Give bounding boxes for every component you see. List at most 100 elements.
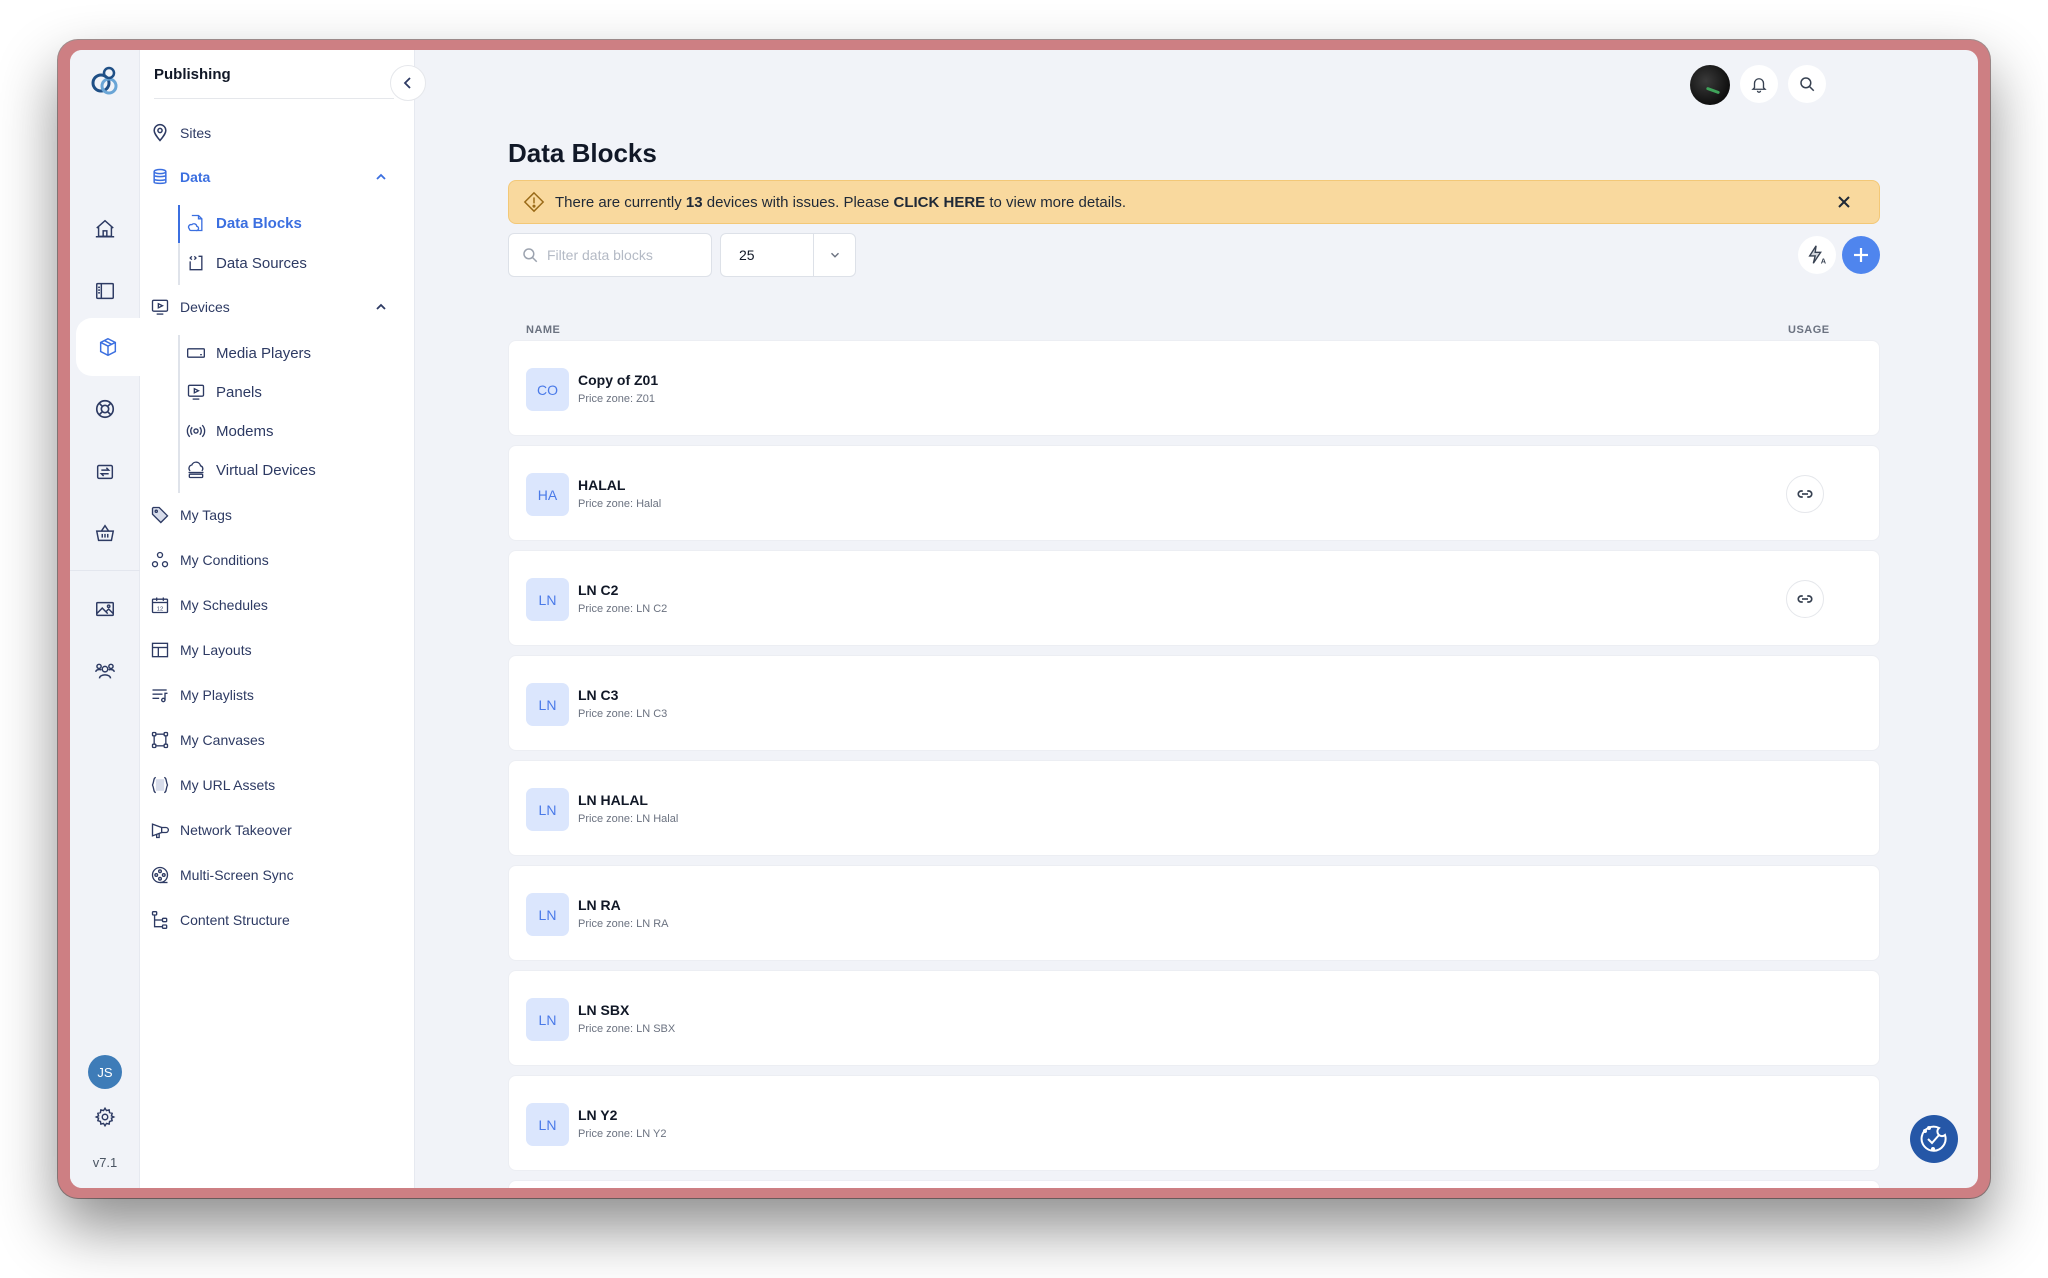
nav-sites[interactable]: Sites bbox=[150, 118, 211, 148]
film-reel-icon bbox=[151, 866, 169, 884]
home-icon bbox=[95, 219, 115, 238]
nav-label: Data Blocks bbox=[216, 214, 302, 232]
tree-line-active bbox=[178, 205, 180, 243]
chevron-down-icon bbox=[830, 252, 839, 258]
data-block-price-zone: Price zone: LN SBX bbox=[578, 1023, 676, 1035]
filter-data-blocks-input[interactable] bbox=[547, 247, 707, 263]
page-size-value: 25 bbox=[739, 247, 755, 263]
media-player-icon bbox=[187, 348, 205, 358]
nav-label: Media Players bbox=[216, 344, 312, 362]
page-size-toggle[interactable] bbox=[813, 234, 855, 276]
warning-diamond-icon bbox=[523, 191, 545, 213]
nav-label: Panels bbox=[216, 383, 262, 401]
data-block-row[interactable]: CO Copy of Z01 Price zone: Z01 bbox=[508, 340, 1880, 436]
add-data-block-button[interactable] bbox=[1842, 236, 1880, 274]
rail-sync[interactable] bbox=[70, 442, 140, 500]
tree-line bbox=[178, 335, 180, 493]
global-search-button[interactable] bbox=[1788, 65, 1826, 103]
subnav-divider bbox=[154, 98, 394, 99]
page-size-select[interactable]: 25 bbox=[720, 233, 856, 277]
subnav-title: Publishing bbox=[154, 66, 231, 83]
nav-content-structure[interactable]: Content Structure bbox=[150, 905, 290, 935]
code-bracket-icon bbox=[189, 255, 203, 271]
cookie-consent-button[interactable] bbox=[1910, 1115, 1958, 1163]
data-block-initials-badge: LN bbox=[526, 893, 569, 936]
nav-my-tags[interactable]: My Tags bbox=[150, 500, 232, 530]
nav-my-layouts[interactable]: My Layouts bbox=[150, 635, 252, 665]
data-block-row[interactable]: LN LN SBX Price zone: LN SBX bbox=[508, 970, 1880, 1066]
nav-data[interactable]: Data bbox=[150, 162, 210, 192]
column-header-name[interactable]: NAME bbox=[526, 324, 560, 336]
nav-label: My Layouts bbox=[180, 642, 252, 658]
nav-devices[interactable]: Devices bbox=[150, 292, 230, 322]
profile-avatar[interactable] bbox=[1690, 65, 1730, 105]
rail-support[interactable] bbox=[70, 380, 140, 438]
data-block-price-zone: Price zone: LN C2 bbox=[578, 603, 668, 615]
data-block-row-partial[interactable] bbox=[508, 1180, 1880, 1188]
data-block-row[interactable]: HA HALAL Price zone: Halal bbox=[508, 445, 1880, 541]
rail-store[interactable] bbox=[70, 504, 140, 562]
usage-link-button[interactable] bbox=[1786, 580, 1824, 618]
cookie-check-icon bbox=[1920, 1125, 1947, 1152]
data-block-name: LN RA bbox=[578, 897, 621, 913]
curly-braces-icon bbox=[151, 776, 169, 794]
package-box-icon bbox=[99, 337, 117, 357]
nav-label: Multi-Screen Sync bbox=[180, 867, 294, 883]
database-icon bbox=[153, 168, 167, 185]
data-block-name: HALAL bbox=[578, 477, 626, 493]
rail-users[interactable] bbox=[70, 642, 140, 700]
gear-icon bbox=[94, 1106, 116, 1128]
nav-network-takeover[interactable]: Network Takeover bbox=[150, 815, 292, 845]
nav-my-playlists[interactable]: My Playlists bbox=[150, 680, 254, 710]
nav-data-sources[interactable]: Data Sources bbox=[186, 248, 307, 278]
notifications-button[interactable] bbox=[1740, 65, 1778, 103]
close-icon[interactable] bbox=[1835, 193, 1853, 211]
rail-home[interactable] bbox=[70, 200, 140, 258]
nav-my-url-assets[interactable]: My URL Assets bbox=[150, 770, 275, 800]
alert-click-here-link[interactable]: CLICK HERE bbox=[894, 194, 986, 211]
alert-device-count: 13 bbox=[685, 193, 703, 211]
tag-icon bbox=[151, 506, 169, 524]
usage-link-button[interactable] bbox=[1786, 475, 1824, 513]
collapse-sidebar-button[interactable] bbox=[390, 65, 426, 101]
rail-publishing[interactable] bbox=[76, 318, 140, 376]
nav-multi-screen-sync[interactable]: Multi-Screen Sync bbox=[150, 860, 294, 890]
search-icon bbox=[523, 248, 538, 263]
monitor-play-icon bbox=[187, 384, 205, 400]
playlist-icon bbox=[152, 689, 168, 703]
nav-my-conditions[interactable]: My Conditions bbox=[150, 545, 269, 575]
svg-text:12: 12 bbox=[157, 606, 163, 612]
settings-button[interactable] bbox=[70, 1088, 140, 1146]
canvas-nodes-icon bbox=[151, 731, 169, 749]
users-icon bbox=[95, 663, 115, 679]
rail-sidebar[interactable] bbox=[70, 262, 140, 320]
search-icon bbox=[1800, 77, 1815, 92]
rail-media[interactable] bbox=[70, 580, 140, 638]
rail-divider bbox=[70, 570, 140, 571]
column-header-usage[interactable]: USAGE bbox=[1788, 324, 1830, 336]
nav-my-canvases[interactable]: My Canvases bbox=[150, 725, 265, 755]
svg-text:A: A bbox=[1821, 256, 1827, 265]
alert-middle: devices with issues. Please bbox=[702, 193, 894, 211]
nav-label: My Schedules bbox=[180, 597, 268, 613]
user-avatar[interactable]: JS bbox=[88, 1055, 122, 1089]
data-block-initials-badge: LN bbox=[526, 683, 569, 726]
chevron-up-icon[interactable] bbox=[373, 299, 389, 315]
data-block-name: LN SBX bbox=[578, 1002, 630, 1018]
nav-data-blocks[interactable]: Data Blocks bbox=[186, 208, 302, 238]
data-block-row[interactable]: LN LN RA Price zone: LN RA bbox=[508, 865, 1880, 961]
nav-panels[interactable]: Panels bbox=[186, 377, 262, 407]
nav-modems[interactable]: Modems bbox=[186, 416, 274, 446]
data-block-row[interactable]: LN LN Y2 Price zone: LN Y2 bbox=[508, 1075, 1880, 1171]
nav-label: Content Structure bbox=[180, 912, 290, 928]
data-block-row[interactable]: LN LN HALAL Price zone: LN Halal bbox=[508, 760, 1880, 856]
data-block-row[interactable]: LN LN C2 Price zone: LN C2 bbox=[508, 550, 1880, 646]
chevron-up-icon[interactable] bbox=[373, 169, 389, 185]
calendar-icon: 12 bbox=[151, 597, 169, 614]
nav-media-players[interactable]: Media Players bbox=[186, 338, 311, 368]
nav-virtual-devices[interactable]: Virtual Devices bbox=[186, 455, 316, 485]
lifebuoy-icon bbox=[95, 399, 115, 419]
data-block-row[interactable]: LN LN C3 Price zone: LN C3 bbox=[508, 655, 1880, 751]
nav-my-schedules[interactable]: 12 My Schedules bbox=[150, 590, 268, 620]
auto-translate-button[interactable]: A bbox=[1798, 236, 1836, 274]
